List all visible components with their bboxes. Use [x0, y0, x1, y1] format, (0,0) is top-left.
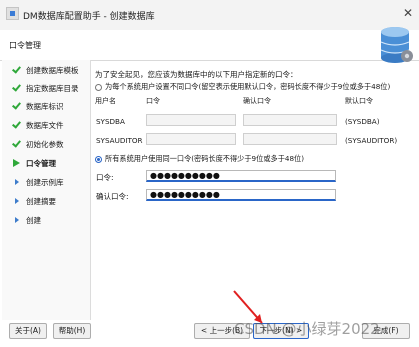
radio-same[interactable]	[95, 155, 102, 163]
pending-step-icon	[12, 177, 22, 187]
pending-step-icon	[12, 215, 22, 225]
confirm-password-input[interactable]: ●●●●●●●●●●	[146, 189, 336, 201]
password-input[interactable]: ●●●●●●●●●●	[146, 170, 336, 182]
current-step-arrow-icon	[12, 158, 22, 168]
sysauditor-default-password: (SYSAUDITOR)	[345, 136, 398, 145]
about-button[interactable]: 关于(A)	[9, 323, 47, 339]
step-db-files[interactable]: 数据库文件	[12, 117, 64, 133]
window-title: DM数据库配置助手 - 创建数据库	[23, 12, 155, 22]
check-icon	[12, 83, 22, 93]
step-db-directory[interactable]: 指定数据库目录	[12, 80, 79, 96]
check-icon	[12, 120, 22, 130]
option-individual-passwords[interactable]: 为每个系统用户设置不同口令(留空表示使用默认口令，密码长度不得少于9位或多于48…	[95, 82, 390, 92]
step-sample-db[interactable]: 创建示例库	[12, 174, 64, 190]
sysdba-password-field[interactable]	[146, 114, 236, 126]
check-icon	[12, 65, 22, 75]
app-icon	[6, 7, 19, 20]
column-header-confirm: 确认口令	[243, 97, 271, 105]
radio-individual[interactable]	[95, 83, 102, 91]
intro-text: 为了安全起见，您应该为数据库中的以下用户指定新的口令：	[95, 70, 298, 79]
step-summary[interactable]: 创建摘要	[12, 193, 56, 209]
column-header-default: 默认口令	[345, 97, 373, 105]
password-panel: 为了安全起见，您应该为数据库中的以下用户指定新的口令： 为每个系统用户设置不同口…	[95, 60, 413, 320]
close-icon[interactable]: ✕	[401, 6, 415, 20]
page-title: 口令管理	[9, 41, 41, 50]
step-init-params[interactable]: 初始化参数	[12, 136, 64, 152]
pending-step-icon	[12, 196, 22, 206]
step-create-template[interactable]: 创建数据库模板	[12, 62, 79, 78]
watermark-text: CSDN @小绿芽2022	[234, 320, 380, 338]
check-icon	[12, 139, 22, 149]
step-create[interactable]: 创建	[12, 212, 41, 228]
page-header: 口令管理	[0, 27, 419, 63]
wizard-steps: 创建数据库模板 指定数据库目录 数据库标识 数据库文件 初始化参数 口令管理 创…	[2, 60, 91, 320]
sysauditor-password-field[interactable]	[146, 133, 236, 145]
step-password-mgmt[interactable]: 口令管理	[12, 155, 56, 171]
sysauditor-confirm-field[interactable]	[243, 133, 337, 145]
title-bar: DM数据库配置助手 - 创建数据库 ✕	[0, 0, 419, 30]
password-label: 口令:	[96, 173, 114, 182]
option-same-password[interactable]: 所有系统用户使用同一口令(密码长度不得少于9位或多于48位)	[95, 154, 304, 164]
sysdba-confirm-field[interactable]	[243, 114, 337, 126]
check-icon	[12, 101, 22, 111]
confirm-password-label: 确认口令:	[96, 192, 129, 201]
sysdba-default-password: (SYSDBA)	[345, 117, 380, 126]
step-db-identifier[interactable]: 数据库标识	[12, 98, 64, 114]
user-sysdba-label: SYSDBA	[96, 117, 125, 126]
column-header-user: 用户名	[95, 97, 116, 105]
help-button[interactable]: 帮助(H)	[53, 323, 91, 339]
user-sysauditor-label: SYSAUDITOR	[96, 136, 143, 145]
column-header-password: 口令	[146, 97, 160, 105]
